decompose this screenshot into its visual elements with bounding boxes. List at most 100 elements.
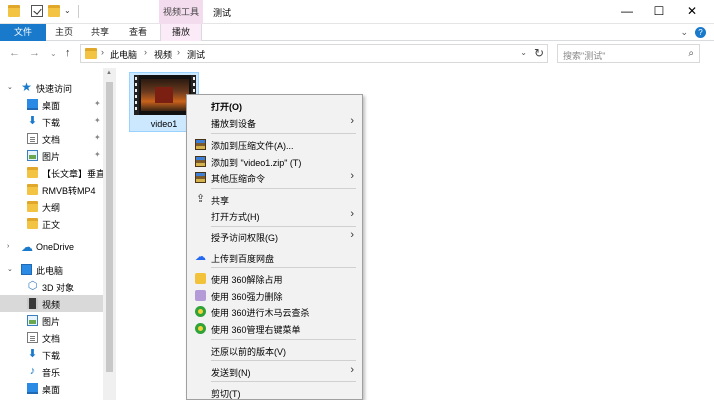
sidebar-item-documents[interactable]: 文档 ✦ — [0, 130, 103, 147]
back-button[interactable]: ← — [9, 47, 20, 59]
up-button[interactable]: ↑ — [65, 47, 71, 59]
sidebar-item-3d-objects[interactable]: ⬡ 3D 对象 — [0, 278, 103, 295]
menu-item-360-unlock[interactable]: 使用 360解除占用 — [187, 270, 362, 287]
ribbon-expand-icon[interactable]: ⌄ — [680, 27, 688, 38]
menu-item-label: 还原以前的版本(V) — [211, 347, 286, 357]
share-icon: ⇪ — [195, 193, 206, 205]
menu-item-send-to[interactable]: 发送到(N) › — [187, 363, 362, 380]
window-title: 测试 — [213, 8, 232, 18]
menu-item-cast-to-device[interactable]: 播放到设备 › — [187, 114, 362, 131]
menu-item-open[interactable]: 打开(O) — [187, 97, 362, 114]
menu-item-label: 使用 360解除占用 — [211, 275, 283, 285]
menu-item-give-access[interactable]: 授予访问权限(G) › — [187, 228, 362, 245]
menu-item-cut[interactable]: 剪切(T) — [187, 384, 362, 400]
sidebar-item-pictures[interactable]: 图片 ✦ — [0, 147, 103, 164]
sidebar-item-long-article[interactable]: 【长文章】垂直 — [0, 164, 103, 181]
menu-separator — [211, 267, 356, 268]
sidebar-item-rmvb-to-mp4[interactable]: RMVB转MP4 — [0, 181, 103, 198]
search-icon[interactable]: ⌕ — [688, 48, 694, 59]
menu-item-label: 上传到百度网盘 — [211, 254, 275, 264]
scroll-up-arrow-icon[interactable]: ▲ — [106, 70, 112, 76]
menu-item-label: 播放到设备 — [211, 119, 257, 129]
breadcrumb-test[interactable]: 测试 — [187, 48, 205, 61]
sidebar-item-outline[interactable]: 大纲 — [0, 198, 103, 215]
menu-item-label: 添加到 "video1.zip" (T) — [211, 158, 302, 168]
cube-icon: ⬡ — [27, 280, 38, 292]
folder-icon — [27, 184, 38, 195]
sidebar-item-this-pc[interactable]: ⌄ 此电脑 — [0, 261, 103, 278]
close-button[interactable]: ✕ — [677, 0, 707, 24]
menu-item-label: 共享 — [211, 196, 230, 206]
sidebar-item-documents-pc[interactable]: 文档 — [0, 329, 103, 346]
pin-icon: ✦ — [94, 150, 101, 159]
search-input[interactable]: 搜索"测试" ⌕ — [557, 44, 700, 63]
context-menu: 打开(O) 播放到设备 › 添加到压缩文件(A)... 添加到 "video1.… — [186, 94, 363, 400]
address-bar[interactable]: › 此电脑 › 视频 › 测试 ⌄ ↻ — [80, 44, 548, 63]
360-delete-icon — [195, 290, 206, 301]
menu-item-share[interactable]: ⇪ 共享 — [187, 191, 362, 208]
expand-chevron-icon[interactable]: › — [7, 243, 9, 250]
sidebar-item-quick-access[interactable]: ⌄ ★ 快速访问 — [0, 79, 103, 96]
sidebar-item-music[interactable]: ♪ 音乐 — [0, 363, 103, 380]
sidebar-item-videos[interactable]: 视频 — [0, 295, 103, 312]
address-dropdown-icon[interactable]: ⌄ — [520, 48, 527, 57]
sidebar-item-label: 下载 — [42, 118, 61, 128]
navigation-pane: ⌄ ★ 快速访问 桌面 ✦ ⬇ 下载 ✦ 文档 ✦ 图片 ✦ 【长文章】垂直 R… — [0, 68, 116, 400]
menu-item-other-compression[interactable]: 其他压缩命令 › — [187, 169, 362, 186]
menu-item-open-with[interactable]: 打开方式(H) › — [187, 207, 362, 224]
sidebar-item-onedrive[interactable]: › ☁ OneDrive — [0, 239, 103, 256]
help-icon[interactable]: ? — [695, 27, 706, 38]
sidebar-item-label: 音乐 — [42, 368, 61, 378]
refresh-icon[interactable]: ↻ — [534, 46, 544, 60]
sidebar-item-pictures-pc[interactable]: 图片 — [0, 312, 103, 329]
sidebar-item-label: 3D 对象 — [42, 283, 75, 293]
folder-icon — [8, 5, 20, 17]
sidebar-item-desktop[interactable]: 桌面 ✦ — [0, 96, 103, 113]
menu-item-360-manage[interactable]: 使用 360管理右键菜单 — [187, 320, 362, 337]
menu-separator — [211, 381, 356, 382]
menu-item-360-scan[interactable]: 使用 360进行木马云查杀 — [187, 303, 362, 320]
sidebar-item-label: 文档 — [42, 135, 61, 145]
expand-chevron-icon[interactable]: ⌄ — [7, 265, 13, 273]
properties-icon[interactable] — [31, 5, 43, 17]
menu-item-360-delete[interactable]: 使用 360强力删除 — [187, 287, 362, 304]
menu-item-add-to-zip[interactable]: 添加到 "video1.zip" (T) — [187, 153, 362, 170]
sidebar-item-body-text[interactable]: 正文 — [0, 215, 103, 232]
sidebar-item-label: 图片 — [42, 317, 61, 327]
maximize-button[interactable]: ☐ — [644, 0, 674, 24]
tab-home[interactable]: 主页 — [50, 24, 78, 41]
sidebar-item-label: 下载 — [42, 351, 61, 361]
menu-separator — [211, 133, 356, 134]
sidebar-item-downloads-pc[interactable]: ⬇ 下载 — [0, 346, 103, 363]
document-icon — [27, 332, 38, 343]
breadcrumb-this-pc[interactable]: 此电脑 — [110, 48, 137, 61]
menu-item-upload-baidu[interactable]: ☁ 上传到百度网盘 — [187, 249, 362, 266]
sidebar-item-downloads[interactable]: ⬇ 下载 ✦ — [0, 113, 103, 130]
breadcrumb-separator[interactable]: › — [144, 47, 147, 57]
quick-access-toolbar-dropdown[interactable]: ⌄ — [64, 6, 71, 15]
menu-item-label: 使用 360管理右键菜单 — [211, 325, 301, 335]
menu-item-restore-previous[interactable]: 还原以前的版本(V) — [187, 342, 362, 359]
breadcrumb-separator[interactable]: › — [177, 47, 180, 57]
tab-share[interactable]: 共享 — [86, 24, 114, 41]
video-icon — [27, 298, 38, 309]
sidebar-scrollbar-thumb[interactable] — [106, 82, 113, 372]
forward-button[interactable]: → — [29, 47, 40, 59]
minimize-button[interactable]: — — [612, 0, 642, 24]
sidebar-item-desktop-pc[interactable]: 桌面 — [0, 380, 103, 397]
sidebar-item-label: 图片 — [42, 152, 61, 162]
tab-play[interactable]: 播放 — [160, 24, 202, 41]
recent-locations-button[interactable]: ⌄ — [50, 49, 57, 58]
address-row: ← → ⌄ ↑ › 此电脑 › 视频 › 测试 ⌄ ↻ 搜索"测试" ⌕ — [0, 42, 714, 66]
pin-icon: ✦ — [94, 99, 101, 108]
menu-item-label: 授予访问权限(G) — [211, 233, 278, 243]
menu-item-add-to-archive[interactable]: 添加到压缩文件(A)... — [187, 136, 362, 153]
breadcrumb-separator[interactable]: › — [101, 47, 104, 57]
breadcrumb-videos[interactable]: 视频 — [154, 48, 172, 61]
tab-file[interactable]: 文件 — [0, 24, 46, 41]
menu-separator — [211, 226, 356, 227]
new-folder-icon[interactable] — [48, 5, 60, 17]
tab-view[interactable]: 查看 — [124, 24, 152, 41]
menu-separator — [211, 188, 356, 189]
expand-chevron-icon[interactable]: ⌄ — [7, 83, 13, 91]
